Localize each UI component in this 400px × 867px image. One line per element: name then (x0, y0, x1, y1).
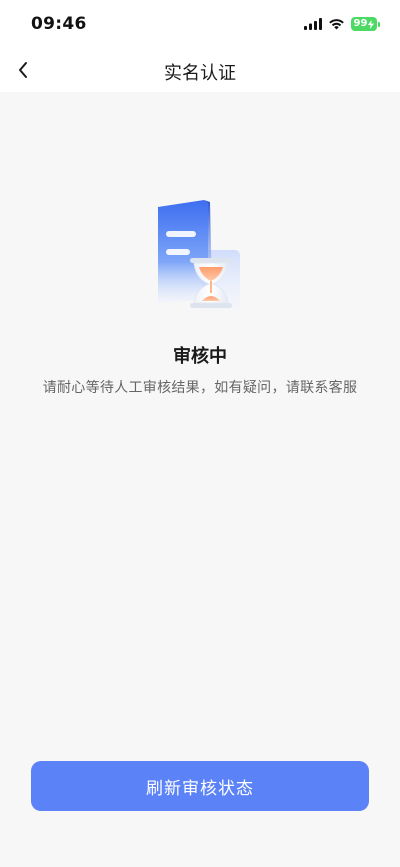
status-icons: 99 (304, 17, 380, 31)
charging-bolt-icon (368, 19, 375, 29)
battery-icon: 99 (351, 17, 377, 31)
battery-level: 99 (353, 18, 368, 29)
review-status-title: 审核中 (173, 346, 227, 367)
signal-icon (304, 18, 322, 30)
battery-cap (378, 21, 380, 27)
status-time: 09:46 (31, 14, 87, 34)
status-bar: 09:46 99 (0, 0, 400, 50)
review-status-description: 请耐心等待人工审核结果，如有疑问，请联系客服 (42, 380, 358, 396)
screen: 09:46 99 实名认证 审核中 请耐心等待人工审核结果，如有疑问，请联系客服… (0, 0, 400, 867)
nav-bar: 实名认证 (0, 50, 400, 92)
battery-indicator: 99 (351, 17, 380, 31)
refresh-status-button[interactable]: 刷新审核状态 (31, 761, 369, 811)
pending-review-icon (158, 200, 240, 310)
wifi-icon (329, 19, 344, 30)
page-title: 实名认证 (164, 63, 236, 84)
